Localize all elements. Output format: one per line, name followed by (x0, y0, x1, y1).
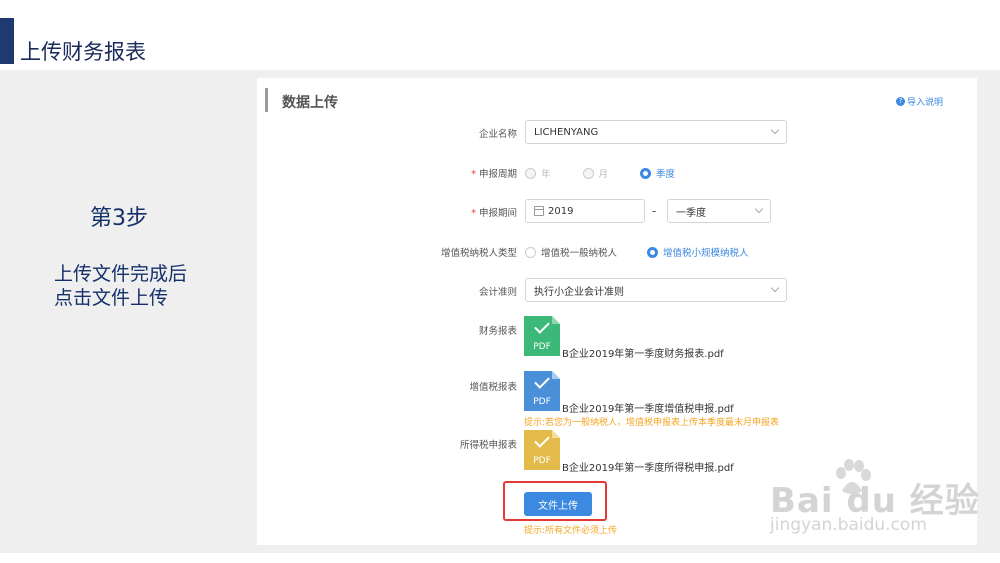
radio-year[interactable]: 年 (525, 166, 551, 180)
period-type-label: * 申报周期 (471, 169, 517, 180)
period-label-text: 申报期间 (478, 208, 517, 219)
income-tax-label: 所得税申报表 (459, 440, 517, 451)
pdf-file-icon[interactable]: PDF (524, 316, 560, 356)
radio-month-label: 月 (598, 169, 609, 180)
company-select[interactable]: LICHENYANG (525, 120, 787, 144)
radio-dot-selected (640, 167, 652, 179)
pdf-file-icon[interactable]: PDF (524, 430, 560, 470)
vat-report-filename: B企业2019年第一季度增值税申报.pdf (562, 404, 734, 415)
period-separator: - (652, 204, 657, 218)
slide: 上传财务报表 第3步 上传文件完成后 点击文件上传 数据上传 ? 导入说明 企业… (0, 0, 1000, 563)
year-value: 2019 (548, 205, 574, 217)
radio-month[interactable]: 月 (582, 166, 609, 180)
quarter-select[interactable]: 一季度 (667, 199, 771, 223)
income-tax-filename: B企业2019年第一季度所得税申报.pdf (562, 463, 734, 474)
slide-title: 上传财务报表 (20, 40, 146, 64)
chevron-down-icon (770, 125, 780, 135)
chevron-down-icon (754, 204, 764, 214)
radio-small-label: 增值税小规模纳税人 (663, 248, 749, 259)
period-label: * 申报期间 (471, 208, 517, 219)
radio-general-label: 增值税一般纳税人 (541, 248, 618, 259)
period-type-radios: 年 月 季度 (525, 166, 707, 180)
step-desc-line1: 上传文件完成后 (54, 263, 188, 285)
panel-heading: 数据上传 (282, 95, 338, 111)
calendar-icon (534, 206, 544, 216)
accounting-standard-label: 会计准则 (478, 287, 517, 298)
radio-dot (582, 167, 594, 179)
radio-quarter[interactable]: 季度 (640, 166, 675, 180)
pdf-icon-label: PDF (533, 456, 551, 466)
radio-year-label: 年 (541, 169, 551, 180)
upload-hint: 提示:所有文件必须上传 (524, 526, 618, 536)
taxpayer-type-label: 增值税纳税人类型 (440, 248, 517, 259)
quarter-value: 一季度 (676, 207, 706, 219)
financial-statement-label: 财务报表 (478, 326, 517, 337)
panel-accent-bar (265, 88, 268, 112)
radio-quarter-label: 季度 (656, 169, 676, 180)
pdf-file-icon[interactable]: PDF (524, 371, 560, 411)
company-value: LICHENYANG (534, 126, 599, 138)
radio-dot-selected (647, 246, 659, 258)
step-title: 第3步 (90, 206, 148, 231)
taxpayer-type-radios: 增值税一般纳税人 增值税小规模纳税人 (525, 245, 781, 259)
title-accent-bar (0, 18, 14, 64)
company-label: 企业名称 (478, 129, 517, 140)
paw-icon (836, 459, 871, 494)
radio-dot (525, 167, 536, 179)
radio-dot (525, 246, 536, 258)
watermark-sub: jingyan.baidu.com (770, 515, 927, 535)
accounting-standard-value: 执行小企业会计准则 (534, 286, 624, 298)
period-type-label-text: 申报周期 (478, 169, 517, 180)
pdf-icon-label: PDF (533, 397, 551, 407)
year-picker[interactable]: 2019 (525, 199, 645, 223)
vat-report-label: 增值税报表 (469, 382, 517, 393)
radio-small-taxpayer[interactable]: 增值税小规模纳税人 (647, 245, 749, 259)
accounting-standard-select[interactable]: 执行小企业会计准则 (525, 278, 787, 302)
upload-button[interactable]: 文件上传 (524, 492, 592, 516)
help-link[interactable]: ? 导入说明 (896, 95, 943, 108)
help-link-label: 导入说明 (907, 98, 944, 108)
step-description: 上传文件完成后 点击文件上传 (54, 262, 187, 310)
chevron-down-icon (770, 283, 780, 293)
financial-statement-filename: B企业2019年第一季度财务报表.pdf (562, 349, 724, 360)
pdf-icon-label: PDF (533, 342, 551, 352)
radio-general-taxpayer[interactable]: 增值税一般纳税人 (525, 245, 617, 259)
step-desc-line2: 点击文件上传 (54, 287, 169, 309)
question-icon: ? (896, 97, 905, 106)
vat-hint: 提示:若您为一般纳税人，增值税申报表上传本季度最末月申报表 (524, 418, 780, 428)
